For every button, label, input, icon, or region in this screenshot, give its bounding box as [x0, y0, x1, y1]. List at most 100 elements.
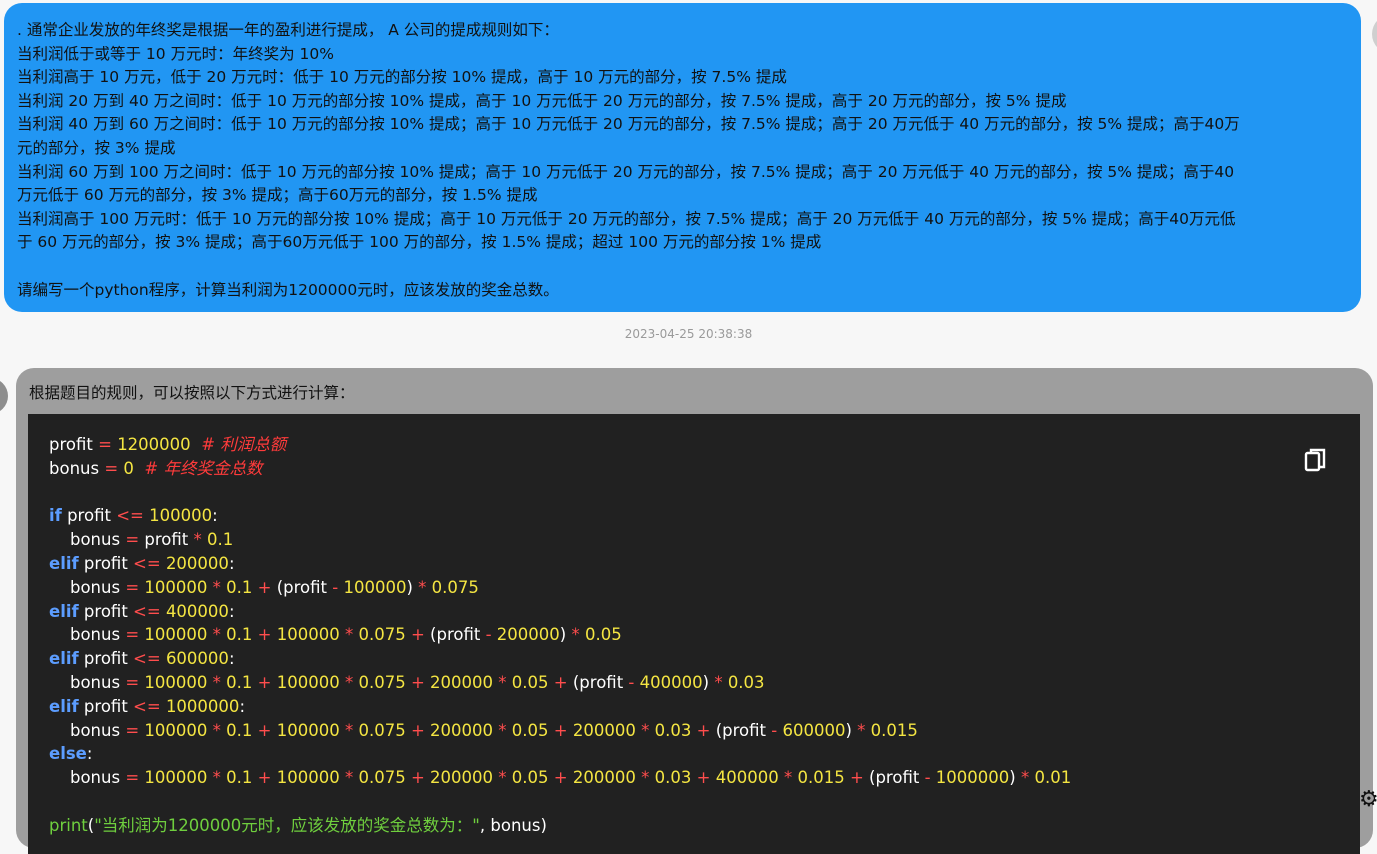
code-token: = [98, 435, 112, 454]
code-token: = [125, 768, 140, 788]
code-line: profit = 1200000 # 利润总额 [49, 433, 1071, 457]
code-token: 0.03 [654, 768, 692, 788]
code-token: * [344, 625, 354, 645]
code-token: profit [78, 696, 134, 716]
code-token: 100000 [144, 720, 208, 740]
code-token: <= [116, 506, 144, 526]
code-token: 200000 [430, 720, 494, 740]
code-token: * [571, 625, 580, 645]
assistant-avatar [0, 378, 8, 414]
code-token: profit [61, 506, 117, 526]
code-line: elif profit <= 200000: [49, 552, 1071, 576]
code-token: 100000 [276, 768, 340, 788]
code-token: 0.03 [654, 720, 692, 740]
code-token: 200000 [430, 768, 494, 788]
code-token: bonus [49, 768, 126, 788]
code-token: 100000 [144, 768, 208, 788]
code-token: 0.075 [358, 768, 406, 788]
copy-icon[interactable] [1303, 447, 1329, 475]
user-message-line: 元的部分，按 3% 提成 [17, 138, 176, 157]
code-token: , bonus) [479, 815, 547, 835]
code-token: : [228, 649, 235, 669]
code-token: profit [78, 553, 134, 573]
code-token: : [228, 553, 235, 573]
code-token: 600000 [165, 649, 229, 669]
code-token: (profit [567, 672, 629, 692]
code-token: "当利润为1200000元时，应该发放的奖金总数为：" [94, 815, 480, 835]
code-token: 0.05 [584, 625, 622, 645]
code-content: profit = 1200000 # 利润总额 bonus = 0 # 年终奖金总… [49, 433, 1071, 838]
code-token: 0.1 [226, 577, 253, 597]
code-token: print [49, 815, 88, 835]
code-token: + [696, 768, 711, 788]
code-token: (profit [424, 625, 486, 645]
code-token: <= [133, 553, 161, 573]
code-token: 200000 [165, 553, 229, 573]
code-token: 1000000 [165, 696, 240, 716]
code-token: + [257, 768, 272, 788]
code-token: 0.1 [226, 720, 253, 740]
code-line: bonus = 100000 * 0.1 + 100000 * 0.075 + … [49, 719, 1071, 743]
code-token: 100000 [144, 672, 208, 692]
code-token: + [553, 720, 568, 740]
message-timestamp: 2023-04-25 20:38:38 [624, 327, 753, 341]
code-token: 0.075 [431, 577, 479, 597]
code-token: ) [702, 672, 715, 692]
user-message-line: 当利润 40 万到 60 万之间时：低于 10 万元的部分按 10% 提成；高于… [17, 115, 1240, 134]
code-line: bonus = 100000 * 0.1 + (profit - 100000)… [49, 576, 1071, 600]
code-token: # 利润总额 [201, 435, 287, 454]
code-token: = [125, 530, 140, 550]
code-token: 400000 [639, 672, 703, 692]
code-token: else [49, 744, 87, 764]
code-token: elif [49, 649, 79, 669]
code-token: <= [133, 696, 161, 716]
code-token: + [257, 672, 272, 692]
code-line: bonus = 100000 * 0.1 + 100000 * 0.075 + … [49, 671, 1071, 695]
code-token: * [344, 672, 354, 692]
code-token: 0.05 [511, 720, 549, 740]
code-token: 100000 [276, 720, 340, 740]
code-token: * [783, 768, 793, 788]
code-token: 1200000 [117, 435, 191, 454]
code-line: elif profit <= 600000: [49, 647, 1071, 671]
code-token: * [344, 768, 354, 788]
code-token: 0.01 [1034, 768, 1072, 788]
code-line: bonus = 0 # 年终奖金总数 [49, 457, 1071, 481]
code-token: (profit [863, 768, 925, 788]
code-token: : [239, 696, 245, 716]
code-token: * [498, 720, 507, 740]
code-line: else: [49, 742, 1071, 766]
user-message-line: 当利润低于或等于 10 万元时：年终奖为 10% [17, 44, 334, 63]
code-token: 100000 [276, 625, 340, 645]
code-token: ) [1009, 768, 1021, 788]
code-token: bonus [49, 625, 126, 645]
user-message-line: 请编写一个python程序，计算当利润为1200000元时，应该发放的奖金总数。 [17, 280, 559, 299]
code-token: 100000 [343, 577, 407, 597]
user-message-line: 于 60 万元的部分，按 3% 提成；高于60万元低于 100 万的部分，按 1… [17, 233, 822, 252]
code-token: + [553, 768, 568, 788]
code-token: * [1020, 768, 1030, 788]
code-token: * [212, 577, 221, 597]
code-token: bonus [49, 530, 126, 550]
code-token: <= [133, 601, 161, 621]
code-token: 0.075 [358, 625, 406, 645]
user-message-line: 当利润 20 万到 40 万之间时：低于 10 万元的部分按 10% 提成，高于… [17, 91, 1067, 110]
code-token: + [410, 720, 425, 740]
code-line: elif profit <= 1000000: [49, 695, 1071, 719]
code-token: (profit [271, 577, 333, 597]
code-token: elif [49, 553, 79, 573]
gear-icon[interactable]: ⚙ [1359, 789, 1377, 811]
code-token: ) [845, 720, 858, 740]
code-token: = [125, 625, 140, 645]
code-token: 100000 [144, 625, 208, 645]
code-token: bonus [49, 458, 105, 478]
code-token: + [553, 672, 568, 692]
code-line: bonus = 100000 * 0.1 + 100000 * 0.075 + … [49, 766, 1071, 790]
user-message-bubble: . 通常企业发放的年终奖是根据一年的盈利进行提成， A 公司的提成规则如下： 当利… [4, 3, 1361, 312]
code-token: * [344, 720, 354, 740]
code-token: 0.1 [226, 672, 253, 692]
code-token: + [410, 768, 425, 788]
code-token: + [257, 577, 272, 597]
user-avatar [1372, 14, 1377, 54]
